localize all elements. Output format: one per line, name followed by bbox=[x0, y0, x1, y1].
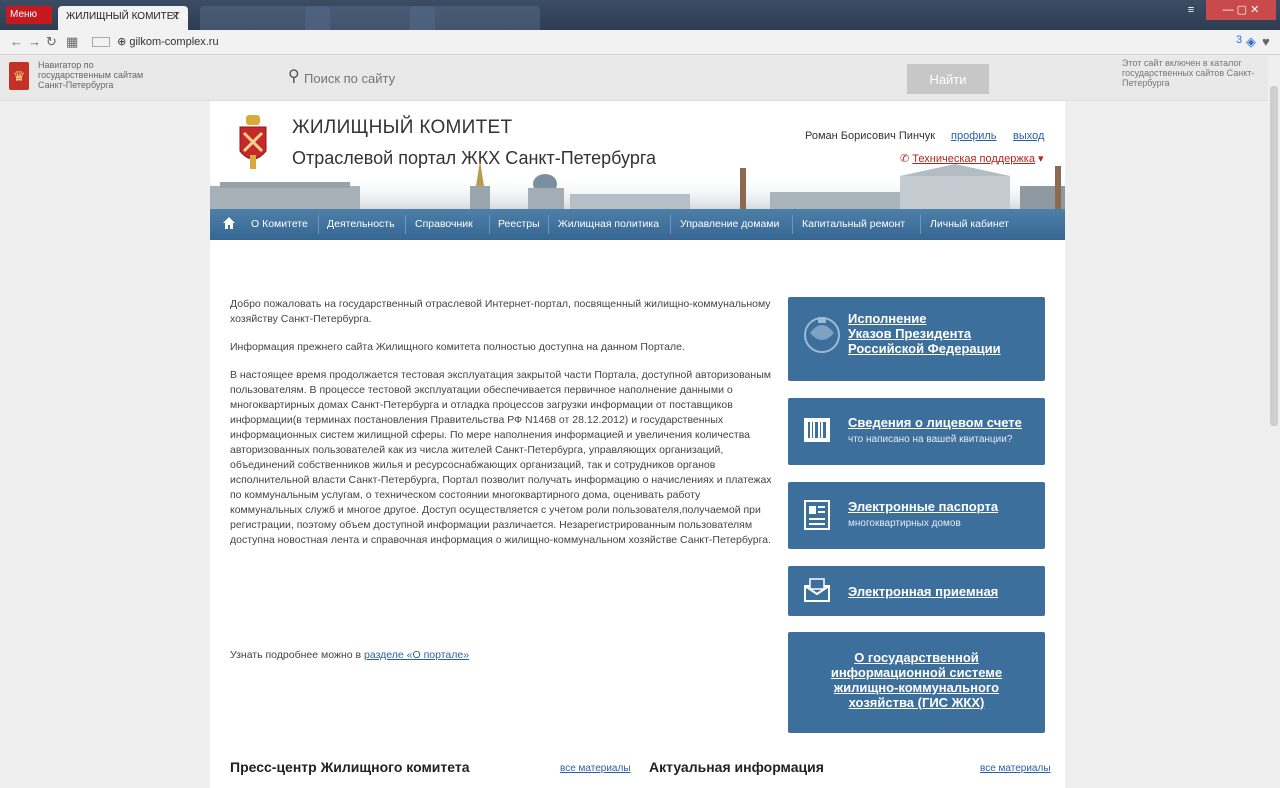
page-container: ЖИЛИЩНЫЙ КОМИТЕТ Отраслевой портал ЖКХ С… bbox=[210, 101, 1065, 788]
heart-icon[interactable]: ♥ bbox=[1262, 34, 1270, 49]
card-reception-title: Электронная приемная bbox=[848, 584, 999, 599]
eagle-emblem-icon bbox=[804, 317, 840, 353]
nav-item-activity[interactable]: Деятельность bbox=[327, 209, 395, 240]
actual-info-heading: Актуальная информация bbox=[649, 759, 824, 775]
actual-all-materials-link[interactable]: все материалы bbox=[980, 763, 1051, 774]
globe-icon: ⊕ bbox=[117, 36, 127, 48]
tab-background-3[interactable] bbox=[410, 6, 540, 30]
tab-close-icon[interactable]: ✕ bbox=[171, 6, 180, 28]
card-presidential-decrees[interactable]: Исполнение Указов Президента Российской … bbox=[788, 297, 1045, 381]
nav-item-personal-account[interactable]: Личный кабинет bbox=[930, 209, 1009, 240]
catalog-note: Этот сайт включен в каталог государствен… bbox=[1122, 58, 1255, 88]
tab-title: ЖИЛИЩНЫЙ КОМИТЕТ bbox=[66, 11, 180, 22]
browser-tab-bar: Меню ЖИЛИЩНЫЙ КОМИТЕТ ✕ + ≡ — ▢ ✕ bbox=[0, 0, 1280, 30]
envelope-icon bbox=[804, 578, 830, 602]
card-gis-line4: хозяйства (ГИС ЖКХ) bbox=[848, 695, 985, 710]
site-badge-icon bbox=[92, 37, 110, 48]
url-field[interactable]: ⊕ gilkom-complex.ru bbox=[92, 34, 1242, 51]
user-name: Роман Борисович Пинчук bbox=[805, 130, 936, 142]
home-icon[interactable] bbox=[223, 217, 235, 229]
card-passports-title: Электронные паспорта bbox=[848, 499, 999, 514]
card-account-subtitle: что написано на вашей квитанции? bbox=[848, 434, 1013, 445]
window-controls[interactable]: — ▢ ✕ bbox=[1206, 0, 1276, 20]
intro-text: Добро пожаловать на государственный отра… bbox=[230, 297, 775, 561]
scrollbar-thumb[interactable] bbox=[1270, 86, 1278, 426]
card-decrees-line2: Указов Президента bbox=[848, 326, 972, 341]
reload-icon[interactable]: ↻ bbox=[46, 34, 57, 50]
shield-icon[interactable]: ◈ bbox=[1246, 34, 1256, 50]
more-info-line: Узнать подробнее можно в разделе «О порт… bbox=[230, 649, 469, 661]
search-button[interactable]: Найти bbox=[907, 64, 989, 94]
card-electronic-reception[interactable]: Электронная приемная bbox=[788, 566, 1045, 616]
address-bar: ← → ↻ ▦ ⊕ gilkom-complex.ru 3 ◈ ♥ bbox=[0, 30, 1280, 55]
nav-item-capital-repair[interactable]: Капитальный ремонт bbox=[802, 209, 905, 240]
about-portal-link[interactable]: разделе «О портале» bbox=[364, 649, 469, 661]
card-account-info[interactable]: Сведения о лицевом счете что написано на… bbox=[788, 398, 1045, 465]
card-electronic-passports[interactable]: Электронные паспорта многоквартирных дом… bbox=[788, 482, 1045, 549]
nav-item-house-management[interactable]: Управление домами bbox=[680, 209, 779, 240]
card-gis-line3: жилищно-коммунального bbox=[833, 680, 1000, 695]
site-title[interactable]: ЖИЛИЩНЫЙ КОМИТЕТ bbox=[292, 117, 512, 139]
nav-item-housing-policy[interactable]: Жилищная политика bbox=[558, 209, 659, 240]
nav-item-committee[interactable]: О Комитете bbox=[251, 209, 308, 240]
new-tab-icon[interactable]: + bbox=[180, 9, 194, 23]
card-gis-zhkh[interactable]: О государственной информационной системе… bbox=[788, 632, 1045, 733]
browser-menu-button[interactable]: Меню bbox=[6, 6, 52, 24]
site-header: ЖИЛИЩНЫЙ КОМИТЕТ Отраслевой портал ЖКХ С… bbox=[210, 101, 1065, 209]
page-scrollbar[interactable] bbox=[1268, 56, 1280, 788]
url-text: gilkom-complex.ru bbox=[129, 36, 219, 48]
document-icon bbox=[804, 500, 830, 530]
card-passports-subtitle: многоквартирных домов bbox=[848, 518, 961, 529]
intro-paragraph-testing: В настоящее время продолжается тестовая … bbox=[230, 369, 772, 546]
intro-paragraph-welcome: Добро пожаловать на государственный отра… bbox=[230, 298, 771, 325]
press-center-heading: Пресс-центр Жилищного комитета bbox=[230, 759, 470, 775]
barcode-icon bbox=[804, 418, 830, 442]
main-nav: О Комитете Деятельность Справочник Реест… bbox=[210, 209, 1065, 240]
card-gis-line1: О государственной bbox=[854, 650, 979, 665]
menu-label: Меню bbox=[10, 9, 38, 20]
intro-paragraph-legacy: Информация прежнего сайта Жилищного коми… bbox=[230, 341, 685, 353]
profile-link[interactable]: профиль bbox=[951, 130, 997, 142]
navigator-link[interactable]: Навигатор по государственным сайтам Санк… bbox=[38, 60, 168, 90]
nav-item-registries[interactable]: Реестры bbox=[498, 209, 540, 240]
card-decrees-line3: Российской Федерации bbox=[848, 341, 1001, 356]
card-decrees-line1: Исполнение bbox=[848, 311, 927, 326]
card-gis-line2: информационной системе bbox=[830, 665, 1003, 680]
spb-logo-icon[interactable]: ♛ bbox=[9, 62, 29, 90]
nav-item-directory[interactable]: Справочник bbox=[415, 209, 473, 240]
search-input[interactable] bbox=[304, 68, 864, 88]
forward-icon[interactable]: → bbox=[28, 34, 41, 49]
back-icon[interactable]: ← bbox=[10, 34, 23, 49]
search-icon: ⚲ bbox=[288, 68, 300, 85]
card-account-title: Сведения о лицевом счете bbox=[848, 415, 1022, 430]
press-all-materials-link[interactable]: все материалы bbox=[560, 763, 631, 774]
city-skyline-image bbox=[210, 161, 1065, 209]
more-info-prefix: Узнать подробнее можно в bbox=[230, 649, 362, 661]
tab-menu-icon[interactable]: ≡ bbox=[1180, 0, 1202, 20]
tab-active[interactable]: ЖИЛИЩНЫЙ КОМИТЕТ ✕ bbox=[58, 6, 188, 30]
logout-link[interactable]: выход bbox=[1013, 130, 1044, 142]
grid-icon[interactable]: ▦ bbox=[66, 34, 78, 50]
ad-counter: 3 bbox=[1236, 34, 1243, 46]
